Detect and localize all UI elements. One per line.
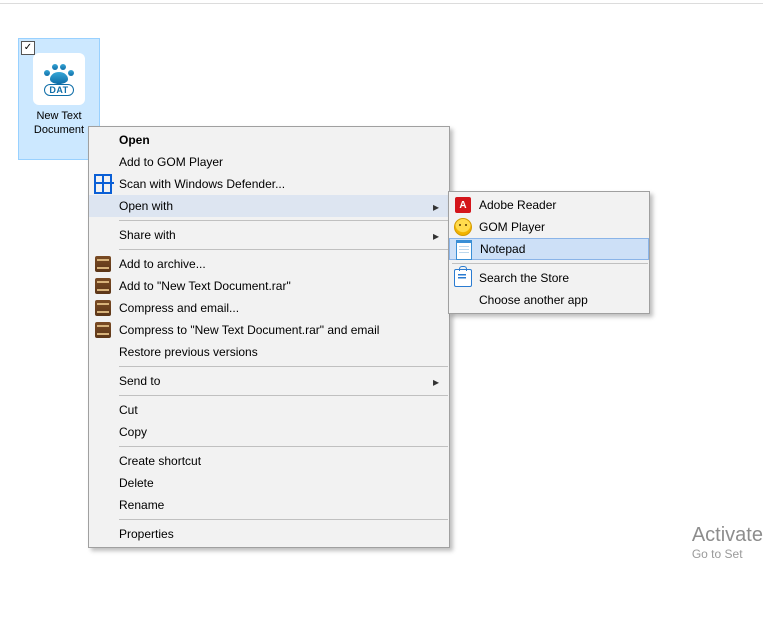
menu-scan-defender[interactable]: Scan with Windows Defender... xyxy=(89,173,449,195)
menu-create-shortcut[interactable]: Create shortcut xyxy=(89,450,449,472)
menu-add-archive[interactable]: Add to archive... xyxy=(89,253,449,275)
separator xyxy=(119,366,448,367)
separator xyxy=(452,263,648,264)
winrar-icon xyxy=(94,321,112,339)
menu-delete[interactable]: Delete xyxy=(89,472,449,494)
submenu-arrow-icon: ▸ xyxy=(433,200,439,214)
submenu-adobe-reader[interactable]: A Adobe Reader xyxy=(449,194,649,216)
file-ext-badge: DAT xyxy=(44,84,73,96)
menu-share-with[interactable]: Share with ▸ xyxy=(89,224,449,246)
separator xyxy=(119,519,448,520)
menu-compress-email[interactable]: Compress and email... xyxy=(89,297,449,319)
context-menu: Open Add to GOM Player Scan with Windows… xyxy=(88,126,450,548)
submenu-arrow-icon: ▸ xyxy=(433,229,439,243)
gom-player-icon xyxy=(454,218,472,236)
menu-compress-rar-email[interactable]: Compress to "New Text Document.rar" and … xyxy=(89,319,449,341)
activate-watermark: Activate Go to Set xyxy=(692,524,763,561)
separator xyxy=(119,249,448,250)
file-name: New TextDocument xyxy=(19,109,99,137)
openwith-submenu: A Adobe Reader GOM Player Notepad Search… xyxy=(448,191,650,314)
menu-copy[interactable]: Copy xyxy=(89,421,449,443)
menu-add-gom[interactable]: Add to GOM Player xyxy=(89,151,449,173)
separator xyxy=(119,220,448,221)
winrar-icon xyxy=(94,255,112,273)
separator xyxy=(119,446,448,447)
adobe-reader-icon: A xyxy=(454,196,472,214)
menu-send-to[interactable]: Send to ▸ xyxy=(89,370,449,392)
file-icon: DAT xyxy=(19,53,99,105)
store-icon xyxy=(454,269,472,287)
explorer-viewport: ✓ DAT New TextDocument Open Add to GOM P… xyxy=(0,0,763,621)
file-area[interactable]: ✓ DAT New TextDocument Open Add to GOM P… xyxy=(0,32,763,621)
submenu-gom-player[interactable]: GOM Player xyxy=(449,216,649,238)
submenu-search-store[interactable]: Search the Store xyxy=(449,267,649,289)
winrar-icon xyxy=(94,299,112,317)
menu-properties[interactable]: Properties xyxy=(89,523,449,545)
selection-checkbox[interactable]: ✓ xyxy=(21,41,35,55)
defender-icon xyxy=(94,175,112,193)
menu-open[interactable]: Open xyxy=(89,129,449,151)
menu-restore-versions[interactable]: Restore previous versions xyxy=(89,341,449,363)
menu-cut[interactable]: Cut xyxy=(89,399,449,421)
notepad-icon xyxy=(455,241,473,259)
submenu-notepad[interactable]: Notepad xyxy=(449,238,649,260)
menu-rename[interactable]: Rename xyxy=(89,494,449,516)
submenu-choose-another[interactable]: Choose another app xyxy=(449,289,649,311)
separator xyxy=(119,395,448,396)
menu-add-rar[interactable]: Add to "New Text Document.rar" xyxy=(89,275,449,297)
toolbar-border xyxy=(0,0,763,4)
menu-open-with[interactable]: Open with ▸ xyxy=(89,195,449,217)
submenu-arrow-icon: ▸ xyxy=(433,375,439,389)
winrar-icon xyxy=(94,277,112,295)
